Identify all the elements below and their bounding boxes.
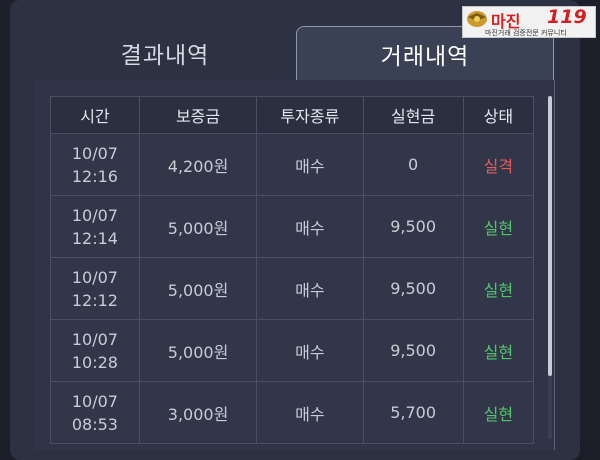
cell-status: 실현: [462, 257, 535, 320]
cell-realized: 5,700: [362, 381, 464, 444]
table-row[interactable]: 10/07 12:16 4,200원 매수 0 실격: [50, 133, 535, 196]
cell-time: 10/07 12:16: [50, 133, 140, 196]
cell-realized: 9,500: [362, 319, 464, 382]
logo-subtitle: 마진거래 검증전문 커뮤니티: [485, 29, 567, 37]
logo-number: 119: [547, 6, 587, 28]
cell-realized: 9,500: [362, 195, 464, 258]
cell-deposit: 4,200원: [138, 133, 258, 196]
eagle-emblem-icon: [467, 11, 487, 27]
cell-realized: 0: [362, 133, 464, 196]
cell-status: 실현: [462, 381, 535, 444]
cell-type: 매수: [256, 257, 364, 320]
app-frame: 결과내역 거래내역 시간 보증금 투자종류 실현금 상태 10/07 12:16 …: [0, 0, 600, 460]
table-row[interactable]: 10/07 12:12 5,000원 매수 9,500 실현: [50, 257, 535, 320]
cell-time: 10/07 10:28: [50, 319, 140, 382]
cell-type: 매수: [256, 195, 364, 258]
cell-time: 10/07 12:12: [50, 257, 140, 320]
col-header-realized: 실현금: [362, 96, 464, 134]
table-row[interactable]: 10/07 12:14 5,000원 매수 9,500 실현: [50, 195, 535, 258]
table-row[interactable]: 10/07 10:28 5,000원 매수 9,500 실현: [50, 319, 535, 382]
cell-deposit: 5,000원: [138, 319, 258, 382]
cell-type: 매수: [256, 319, 364, 382]
cell-status: 실격: [462, 133, 535, 196]
col-header-status: 상태: [462, 96, 535, 134]
col-header-time: 시간: [50, 96, 140, 134]
cell-deposit: 5,000원: [138, 257, 258, 320]
watermark-logo: 마진 119 마진거래 검증전문 커뮤니티: [462, 6, 596, 38]
table-row[interactable]: 10/07 08:53 3,000원 매수 5,700 실현: [50, 381, 535, 444]
col-header-type: 투자종류: [256, 96, 364, 134]
tab-results[interactable]: 결과내역: [34, 26, 296, 80]
table-header-row: 시간 보증금 투자종류 실현금 상태: [50, 96, 535, 134]
cell-status: 실현: [462, 319, 535, 382]
scrollbar-thumb[interactable]: [548, 96, 552, 376]
cell-time: 10/07 08:53: [50, 381, 140, 444]
cell-realized: 9,500: [362, 257, 464, 320]
trade-history-table: 시간 보증금 투자종류 실현금 상태 10/07 12:16 4,200원 매수 …: [50, 96, 535, 444]
cell-deposit: 5,000원: [138, 195, 258, 258]
cell-deposit: 3,000원: [138, 381, 258, 444]
cell-type: 매수: [256, 381, 364, 444]
cell-time: 10/07 12:14: [50, 195, 140, 258]
cell-status: 실현: [462, 195, 535, 258]
cell-type: 매수: [256, 133, 364, 196]
col-header-deposit: 보증금: [138, 96, 258, 134]
